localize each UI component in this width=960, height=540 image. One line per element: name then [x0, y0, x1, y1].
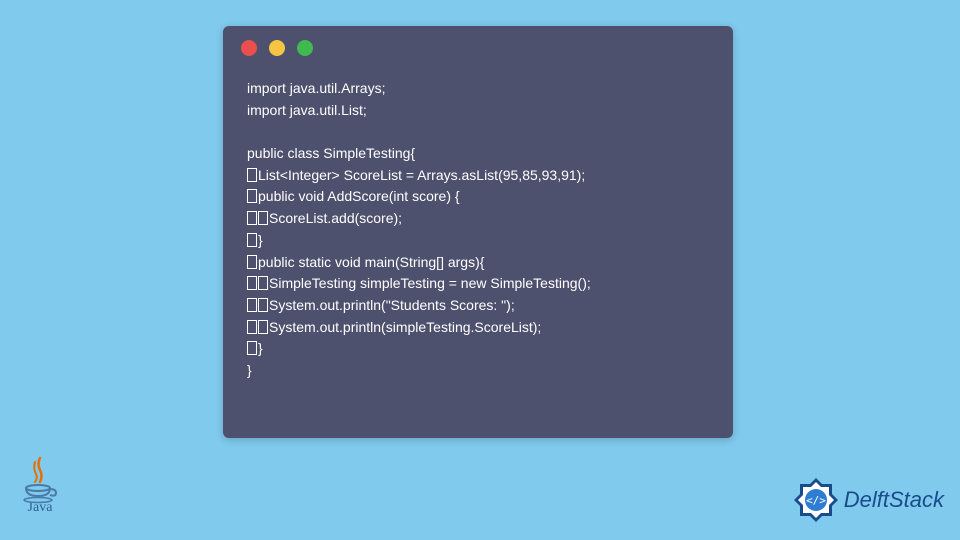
code-line: ScoreList.add(score);: [269, 210, 402, 226]
code-line: public void AddScore(int score) {: [258, 188, 460, 204]
code-line: System.out.println("Students Scores: ");: [269, 297, 515, 313]
code-line: public static void main(String[] args){: [258, 254, 484, 270]
code-line: System.out.println(simpleTesting.ScoreLi…: [269, 319, 541, 335]
code-line: }: [258, 232, 263, 248]
close-icon: [241, 40, 257, 56]
code-line: List<Integer> ScoreList = Arrays.asList(…: [258, 167, 585, 183]
minimize-icon: [269, 40, 285, 56]
code-line: }: [258, 340, 263, 356]
svg-text:</>: </>: [806, 494, 826, 507]
java-logo: Java: [14, 456, 66, 528]
code-line: import java.util.Arrays;: [247, 80, 385, 96]
delftstack-icon: </>: [792, 476, 840, 524]
delftstack-logo: </> DelftStack: [792, 476, 944, 524]
code-content: import java.util.Arrays; import java.uti…: [223, 66, 733, 394]
java-cup-icon: [21, 456, 59, 498]
code-line: }: [247, 362, 252, 378]
code-window: import java.util.Arrays; import java.uti…: [223, 26, 733, 438]
maximize-icon: [297, 40, 313, 56]
delftstack-text: DelftStack: [844, 487, 944, 513]
code-line: public class SimpleTesting{: [247, 145, 415, 161]
traffic-lights: [223, 26, 733, 66]
code-line: SimpleTesting simpleTesting = new Simple…: [269, 275, 591, 291]
code-line: import java.util.List;: [247, 102, 367, 118]
